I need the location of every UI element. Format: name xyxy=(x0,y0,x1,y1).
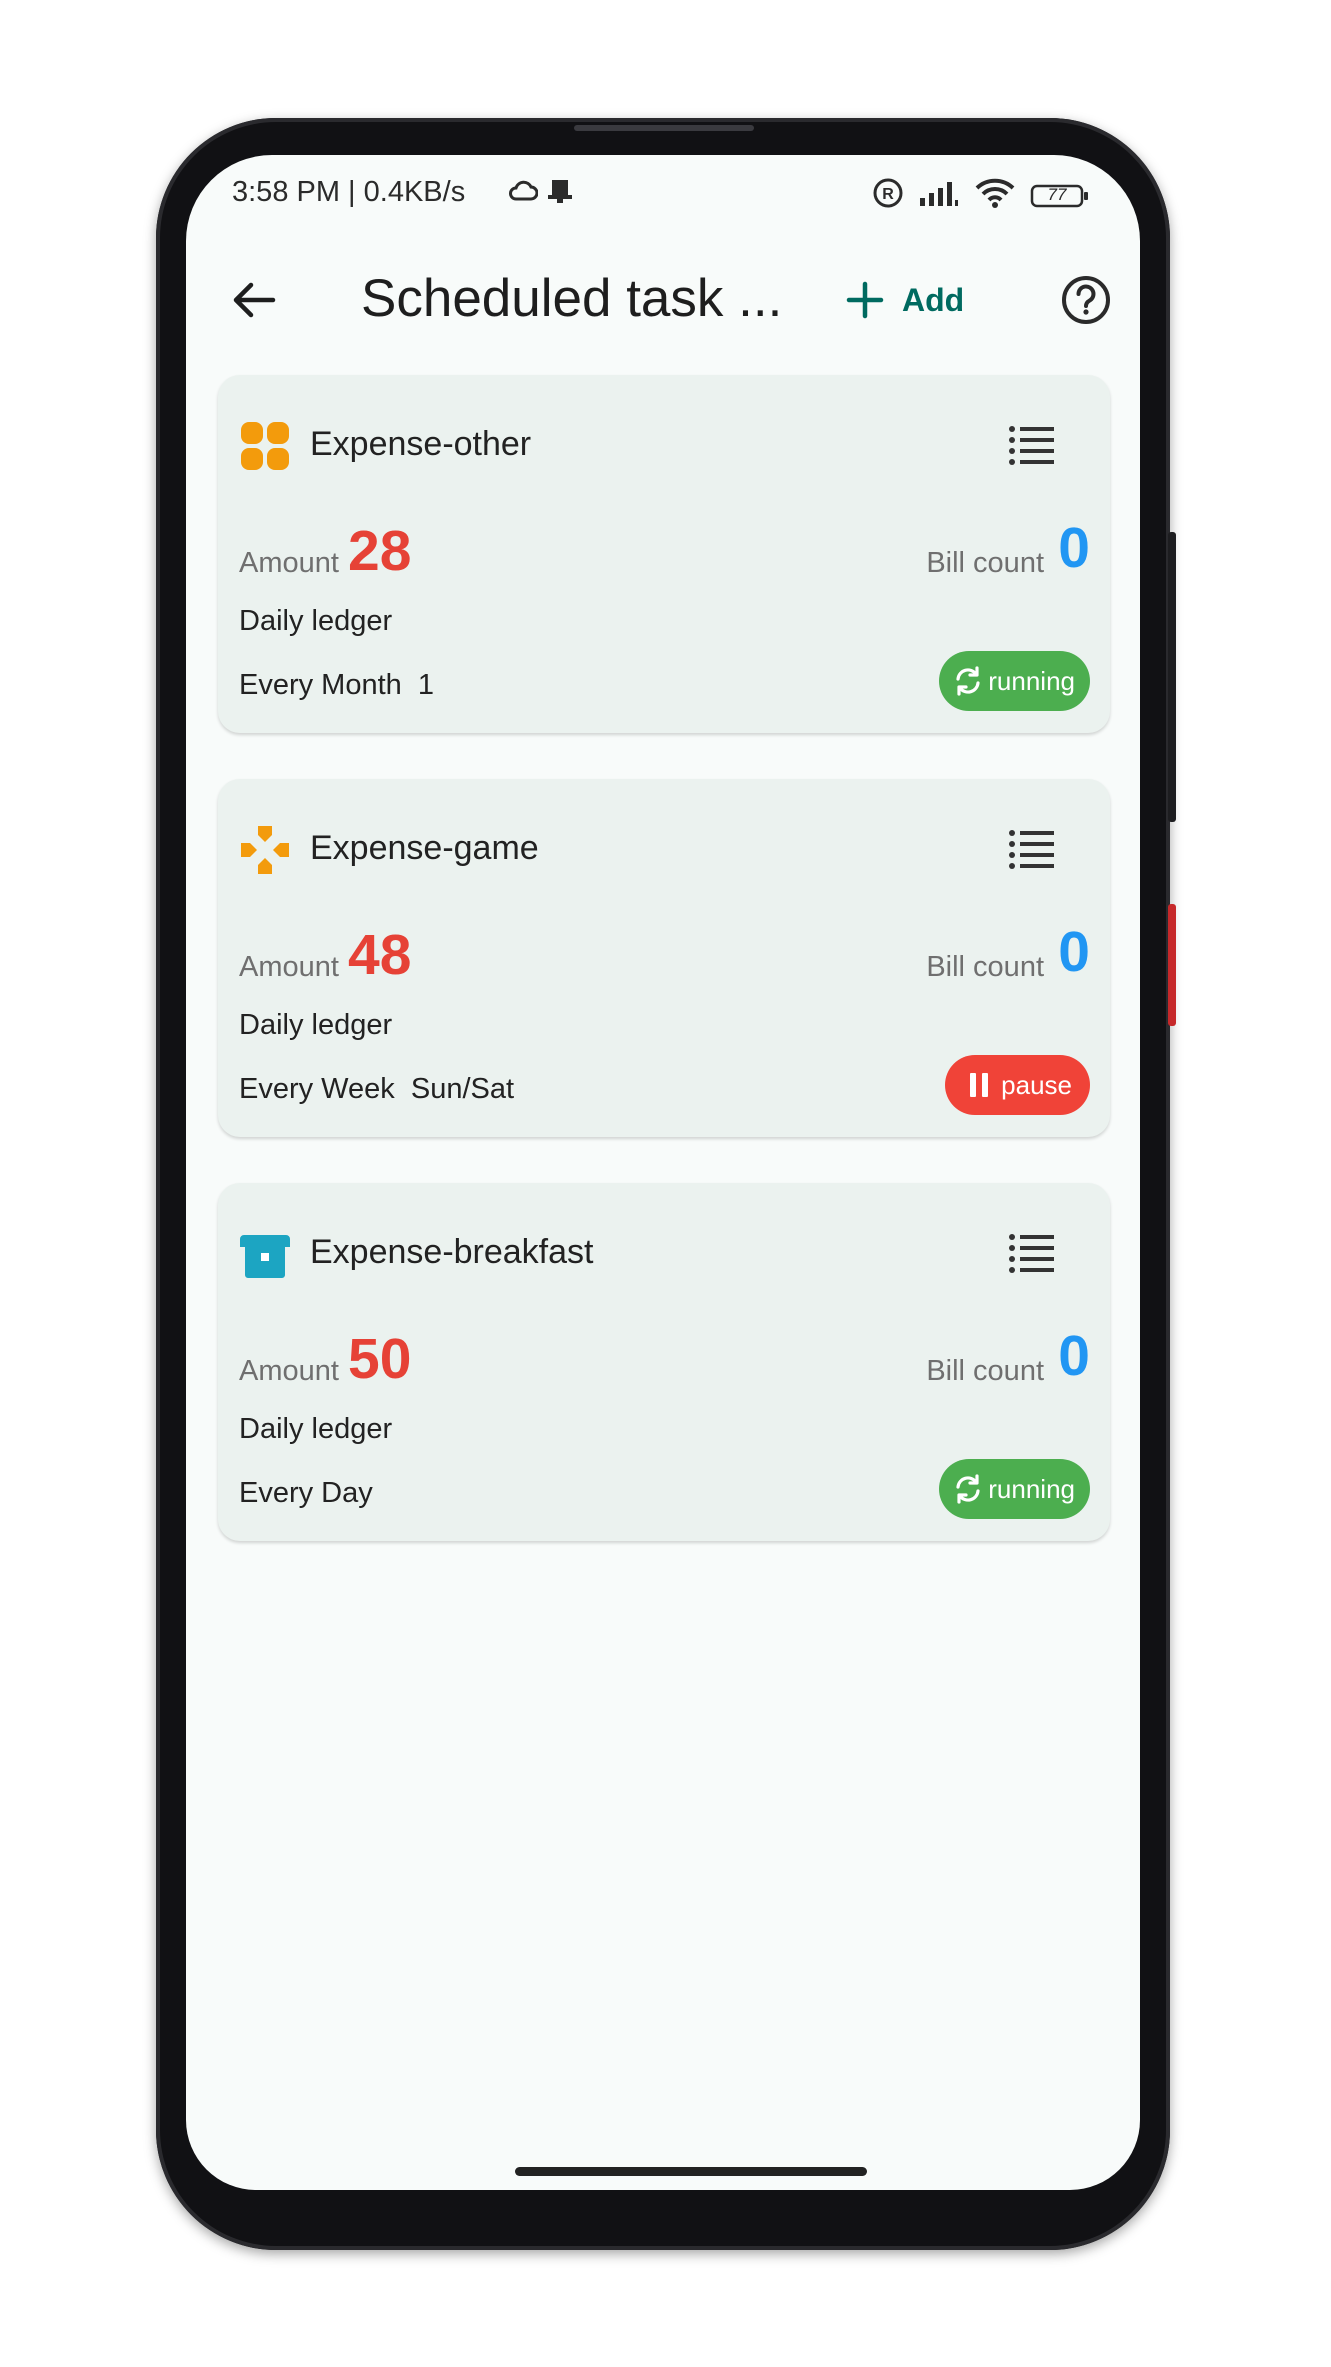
schedule-text: Every Day xyxy=(239,1477,373,1509)
schedule-text: Every Week Sun/Sat xyxy=(239,1073,515,1105)
status-toggle-button[interactable]: pause xyxy=(945,1055,1090,1115)
bread-icon xyxy=(240,1235,290,1278)
plus-icon xyxy=(846,281,884,319)
task-card[interactable]: Expense-breakfast Amount 50 Bill count 0… xyxy=(218,1183,1110,1541)
system-status-icons: R 77 xyxy=(872,177,1090,214)
status-label: running xyxy=(988,665,1075,696)
page-title: Scheduled task ... xyxy=(361,269,783,328)
pause-icon xyxy=(970,1073,989,1097)
phone-screen: 3:58 PM | 0.4KB/s R 77 Scheduled task ..… xyxy=(186,155,1140,2190)
bill-count-value: 0 xyxy=(1058,1324,1090,1388)
bill-count-value: 0 xyxy=(1058,516,1090,580)
refresh-icon xyxy=(956,666,980,696)
task-list: Expense-other Amount 28 Bill count 0 Dai… xyxy=(218,375,1110,1587)
bill-count-label: Bill count xyxy=(926,1355,1044,1387)
back-button[interactable] xyxy=(226,272,282,328)
list-menu-icon[interactable] xyxy=(1008,827,1056,871)
phone-frame: 3:58 PM | 0.4KB/s R 77 Scheduled task ..… xyxy=(156,118,1176,2250)
list-menu-icon[interactable] xyxy=(1008,423,1056,467)
add-task-button[interactable]: Add xyxy=(846,270,964,330)
bill-count-label: Bill count xyxy=(926,951,1044,983)
battery-icon: 77 xyxy=(1030,183,1090,209)
task-category: Expense-game xyxy=(310,829,539,867)
amount-label: Amount xyxy=(239,547,339,579)
battery-level: 77 xyxy=(1047,184,1067,204)
amount-value: 28 xyxy=(348,519,412,583)
volume-button xyxy=(1168,904,1176,1026)
apps-grid-icon xyxy=(241,422,289,470)
task-category: Expense-breakfast xyxy=(310,1233,594,1271)
status-label: pause xyxy=(1001,1069,1072,1100)
status-toggle-button[interactable]: running xyxy=(939,651,1090,711)
notification-bell-icon xyxy=(546,177,574,210)
bill-count-value: 0 xyxy=(1058,920,1090,984)
status-toggle-button[interactable]: running xyxy=(939,1459,1090,1519)
add-label: Add xyxy=(902,281,965,318)
task-card[interactable]: Expense-other Amount 28 Bill count 0 Dai… xyxy=(218,375,1110,733)
wifi-icon xyxy=(974,177,1016,214)
bill-count-label: Bill count xyxy=(926,547,1044,579)
ledger-name: Daily ledger xyxy=(239,1413,393,1445)
app-bar: Scheduled task ... Add xyxy=(186,250,1140,350)
help-circle-icon xyxy=(1062,276,1110,324)
ledger-name: Daily ledger xyxy=(239,605,393,637)
help-button[interactable] xyxy=(1058,272,1114,328)
schedule-text: Every Month 1 xyxy=(239,669,435,701)
task-category: Expense-other xyxy=(310,425,532,463)
status-time: 3:58 PM | 0.4KB/s xyxy=(232,176,466,208)
cloud-icon xyxy=(508,180,539,207)
svg-text:R: R xyxy=(882,186,894,203)
gamepad-icon xyxy=(241,826,289,874)
task-card[interactable]: Expense-game Amount 48 Bill count 0 Dail… xyxy=(218,779,1110,1137)
refresh-icon xyxy=(956,1474,980,1504)
amount-label: Amount xyxy=(239,1355,339,1387)
amount-value: 50 xyxy=(348,1327,412,1391)
amount-value: 48 xyxy=(348,923,412,987)
earpiece-speaker xyxy=(574,125,754,131)
home-indicator[interactable] xyxy=(515,2167,867,2176)
status-bar: 3:58 PM | 0.4KB/s R 77 xyxy=(186,155,1140,235)
ledger-name: Daily ledger xyxy=(239,1009,393,1041)
registered-icon: R xyxy=(872,177,904,214)
power-button xyxy=(1168,532,1176,822)
status-label: running xyxy=(988,1473,1075,1504)
cellular-signal-icon xyxy=(918,178,960,213)
arrow-left-icon xyxy=(233,282,276,318)
amount-label: Amount xyxy=(239,951,339,983)
list-menu-icon[interactable] xyxy=(1008,1231,1056,1275)
